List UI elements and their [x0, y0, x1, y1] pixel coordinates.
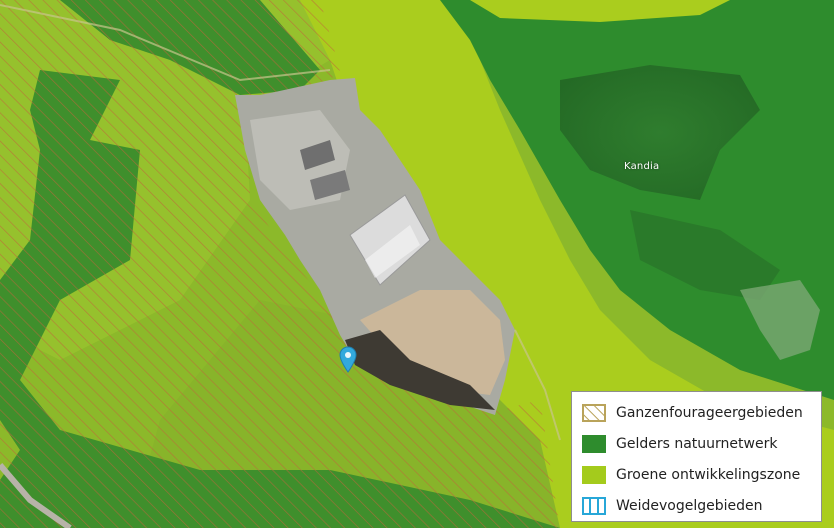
- map-pin-icon[interactable]: [339, 346, 357, 374]
- legend-label: Ganzenfourageergebieden: [616, 404, 803, 421]
- legend-item-green-zone: Groene ontwikkelingszone: [582, 459, 813, 490]
- legend-item-goose-foraging: Ganzenfourageergebieden: [582, 397, 813, 428]
- hatch-swatch-icon: [582, 403, 606, 422]
- legend-item-meadow-birds: Weidevogelgebieden: [582, 490, 813, 521]
- place-label-kandia: Kandia: [624, 161, 660, 172]
- legend-label: Gelders natuurnetwerk: [616, 435, 778, 452]
- dark-green-swatch-icon: [582, 434, 606, 453]
- legend-item-nature-network: Gelders natuurnetwerk: [582, 428, 813, 459]
- legend-label: Groene ontwikkelingszone: [616, 466, 801, 483]
- blue-bars-swatch-icon: [582, 496, 606, 515]
- map-view[interactable]: Kandia Ganzenfourageergebieden Gelders n…: [0, 0, 834, 528]
- map-legend: Ganzenfourageergebieden Gelders natuurne…: [571, 391, 822, 522]
- light-green-swatch-icon: [582, 465, 606, 484]
- legend-label: Weidevogelgebieden: [616, 497, 763, 514]
